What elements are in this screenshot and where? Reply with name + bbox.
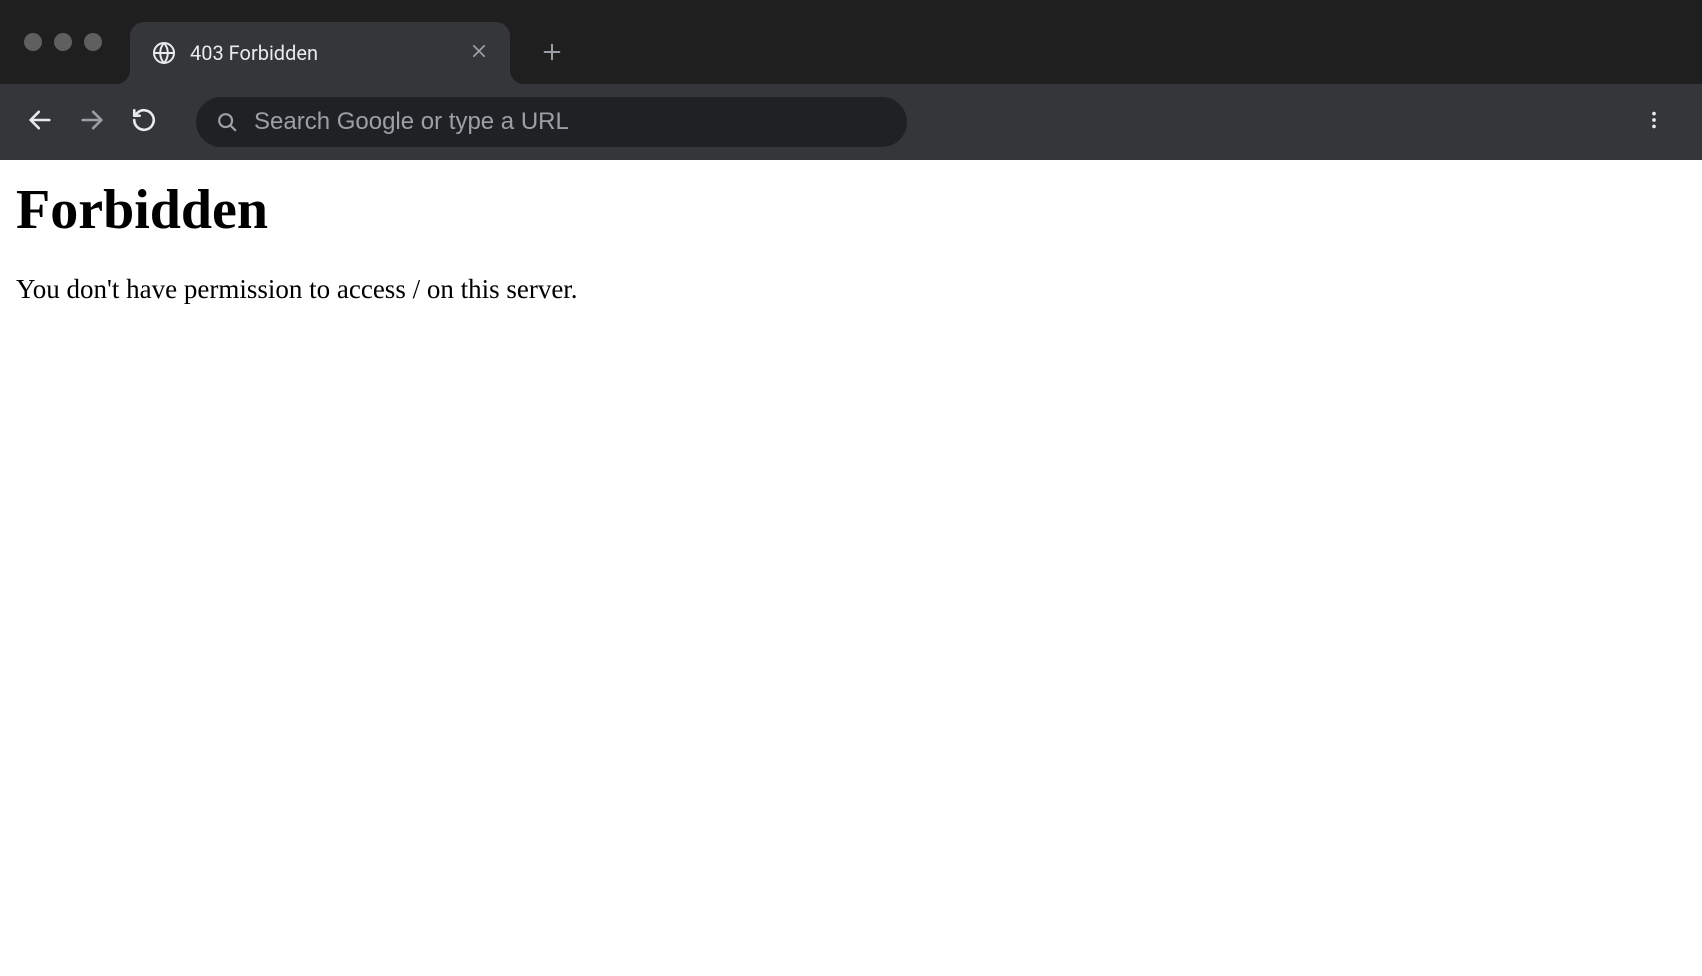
window-maximize-button[interactable] [84,33,102,51]
window-controls [0,33,102,51]
plus-icon [541,41,563,67]
window-minimize-button[interactable] [54,33,72,51]
browser-chrome: 403 Forbidden [0,0,1702,160]
omnibox[interactable] [196,97,907,147]
address-input[interactable] [254,108,887,136]
window-close-button[interactable] [24,33,42,51]
tab-strip: 403 Forbidden [130,0,572,84]
titlebar: 403 Forbidden [0,0,1702,84]
new-tab-button[interactable] [532,34,572,74]
page-message: You don't have permission to access / on… [16,274,1686,305]
globe-icon [152,41,176,65]
search-icon [216,111,238,133]
close-tab-button[interactable] [466,40,492,66]
close-icon [470,42,488,64]
reload-icon [131,107,157,137]
tab-active[interactable]: 403 Forbidden [130,22,510,84]
kebab-menu-icon [1643,109,1665,135]
browser-menu-button[interactable] [1632,100,1676,144]
tab-title: 403 Forbidden [190,41,452,65]
arrow-right-icon [78,106,106,138]
page-heading: Forbidden [16,178,1686,242]
toolbar [0,84,1702,160]
back-button[interactable] [18,100,62,144]
page-content: Forbidden You don't have permission to a… [0,160,1702,323]
reload-button[interactable] [122,100,166,144]
arrow-left-icon [26,106,54,138]
forward-button[interactable] [70,100,114,144]
